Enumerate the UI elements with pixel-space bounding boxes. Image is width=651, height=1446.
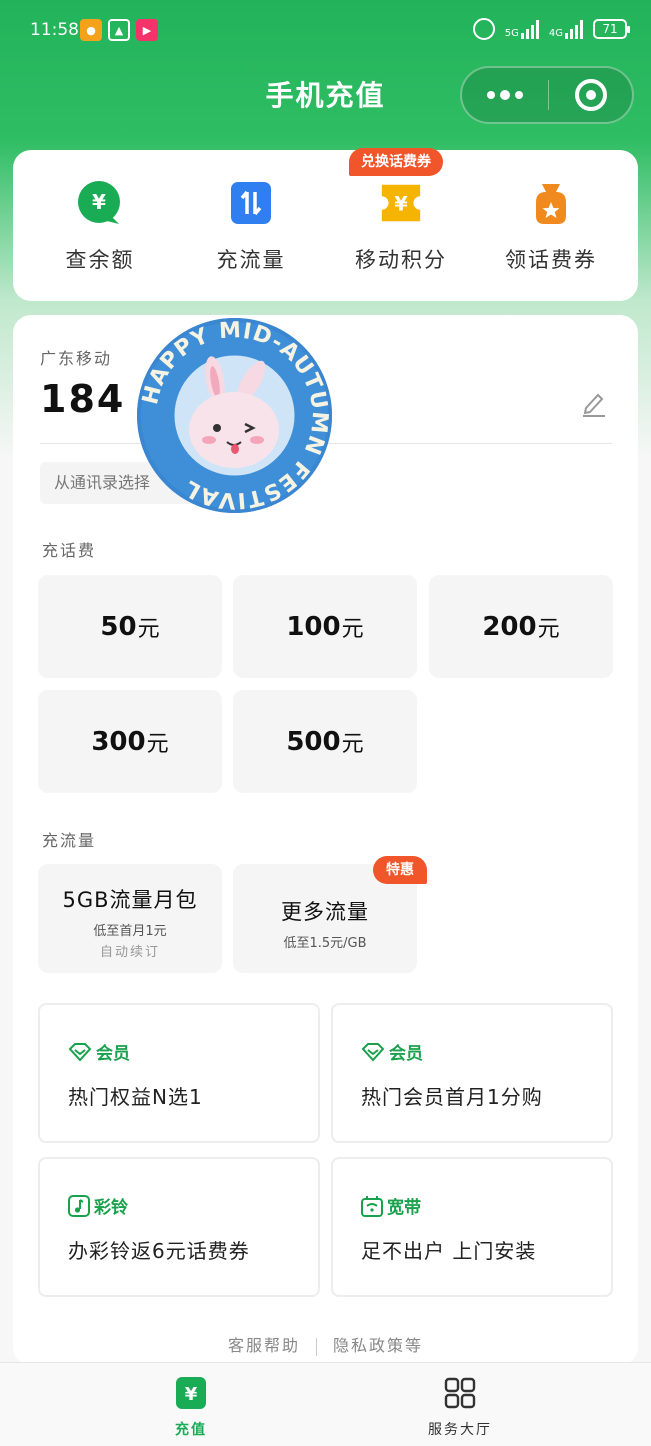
signal-bars-icon [520, 19, 539, 39]
svg-text:¥: ¥ [92, 190, 106, 214]
quick-label: 查余额 [65, 248, 135, 272]
tab-label: 充值 [175, 1422, 207, 1438]
amount-option[interactable]: 50 元 [38, 575, 222, 678]
close-miniapp-button[interactable] [549, 68, 632, 122]
amount-option[interactable]: 500 元 [233, 690, 417, 793]
bottom-tab-bar: ¥ 充值 服务大厅 [0, 1362, 651, 1446]
svg-text:¥: ¥ [185, 1384, 198, 1405]
special-offer-tag: 特惠 [373, 856, 427, 884]
benefit-text: 足不出户 上门安装 [361, 1239, 537, 1263]
benefit-card-broadband[interactable]: 宽带 足不出户 上门安装 [331, 1157, 613, 1297]
benefit-card-ringtone[interactable]: 彩铃 办彩铃返6元话费券 [38, 1157, 320, 1297]
battery-indicator: 71 [593, 19, 630, 39]
privacy-policy-link[interactable]: 隐私政策等 [333, 1336, 423, 1355]
system-status-icons: 5G 4G 71 [472, 18, 630, 40]
video-notification-icon: ▶ [136, 19, 158, 41]
image-notification-icon: ▲ [108, 19, 130, 41]
tab-service-hall[interactable]: 服务大厅 [400, 1377, 520, 1439]
edit-pencil-icon[interactable] [581, 389, 607, 417]
customer-help-link[interactable]: 客服帮助 [228, 1336, 300, 1355]
yuan-ticket-icon: ¥ [378, 180, 424, 226]
mid-autumn-sticker: HAPPY MID-AUTUMN FESTIVAL [137, 318, 332, 513]
footer-links: 客服帮助 隐私政策等 [0, 1332, 651, 1356]
recharge-section-label: 充话费 [42, 541, 97, 560]
amount-option[interactable]: 200 元 [429, 575, 613, 678]
benefit-card-vip-trial[interactable]: 会员 热门会员首月1分购 [331, 1003, 613, 1143]
notification-icons: ● ▲ ▶ [80, 19, 158, 41]
quick-actions-card: 兑换话费券 ¥ 查余额 充流量 ¥ 移动积分 领话费券 [13, 148, 638, 301]
coupon-bag-icon [528, 180, 574, 226]
more-menu-button[interactable] [462, 68, 548, 122]
amount-option[interactable]: 100 元 [233, 575, 417, 678]
benefit-text: 办彩铃返6元话费券 [68, 1239, 250, 1263]
wifi-router-icon [361, 1195, 383, 1217]
amount-option[interactable]: 300 元 [38, 690, 222, 793]
quick-check-balance[interactable]: ¥ 查余额 [25, 180, 175, 274]
data-plan-5gb[interactable]: 5GB流量月包 低至首月1元 自动续订 [38, 864, 222, 973]
signal-5g: 5G [505, 19, 539, 39]
target-close-icon [574, 79, 607, 111]
quick-label: 移动积分 [355, 248, 447, 272]
benefit-tag: 会员 [96, 1044, 130, 1064]
data-plan-price: 低至1.5元/GB [283, 936, 367, 951]
vip-diamond-icon [68, 1042, 92, 1061]
benefit-tag: 会员 [389, 1044, 423, 1064]
alarm-icon [472, 18, 495, 40]
dot-icon [500, 90, 510, 100]
status-time: 11:58 [30, 20, 79, 40]
yuan-tab-icon: ¥ [176, 1377, 206, 1409]
carrier-label: 广东移动 [40, 349, 113, 368]
miniapp-capsule [460, 66, 634, 124]
quick-label: 充流量 [216, 248, 286, 272]
data-plan-note: 自动续订 [99, 945, 160, 960]
signal-bars-icon [565, 19, 583, 39]
data-plan-price: 低至首月1元 [93, 924, 167, 939]
music-note-icon [68, 1194, 90, 1217]
data-transfer-icon [228, 180, 274, 226]
grid-apps-icon [444, 1377, 476, 1409]
benefit-text: 热门会员首月1分购 [361, 1085, 543, 1109]
quick-mobile-points[interactable]: ¥ 移动积分 [326, 180, 476, 274]
promo-tag: 兑换话费券 [349, 148, 443, 176]
signal-4g: 4G [549, 19, 583, 39]
data-plan-more[interactable]: 特惠 更多流量 低至1.5元/GB [233, 856, 427, 973]
tab-recharge[interactable]: ¥ 充值 [131, 1377, 251, 1439]
app-notification-icon: ● [80, 19, 102, 41]
dot-icon [487, 91, 495, 99]
benefit-card-vip[interactable]: 会员 热门权益N选1 [38, 1003, 320, 1143]
yuan-search-icon: ¥ [77, 180, 123, 226]
data-plan-title: 更多流量 [281, 900, 369, 924]
benefit-text: 热门权益N选1 [68, 1085, 203, 1109]
data-section-label: 充流量 [42, 831, 97, 850]
benefit-tag: 宽带 [387, 1198, 421, 1218]
svg-text:¥: ¥ [394, 193, 408, 216]
quick-label: 领话费券 [505, 248, 597, 272]
footer-separator [316, 1337, 317, 1356]
tab-label: 服务大厅 [428, 1422, 492, 1438]
vip-diamond-icon [361, 1042, 385, 1061]
data-plan-title: 5GB流量月包 [62, 888, 198, 912]
benefit-tag: 彩铃 [94, 1198, 128, 1218]
dot-icon [515, 91, 523, 99]
quick-buy-data[interactable]: 充流量 [176, 180, 326, 274]
quick-get-coupons[interactable]: 领话费券 [476, 180, 626, 274]
status-bar: 11:58 ● ▲ ▶ 5G 4G 71 [0, 0, 651, 62]
